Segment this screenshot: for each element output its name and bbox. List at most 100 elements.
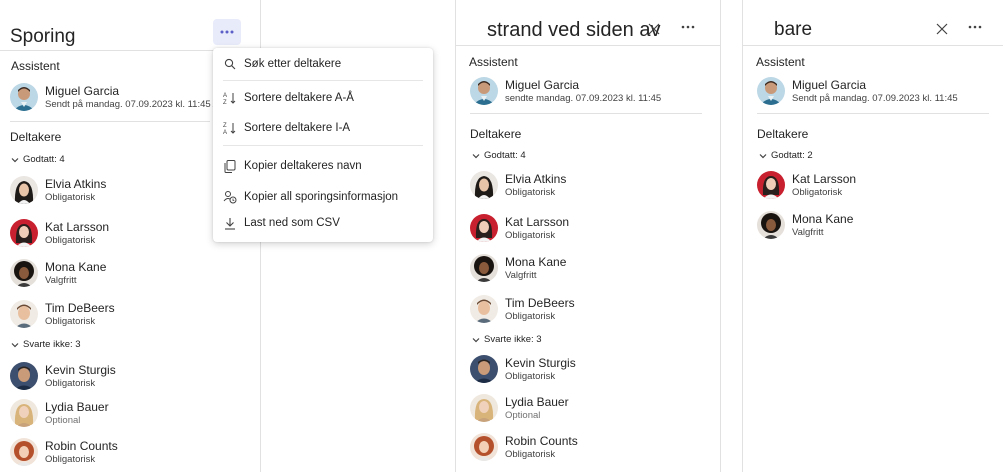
download-icon	[223, 216, 237, 230]
more-options-button[interactable]	[961, 14, 989, 40]
avatar	[470, 77, 498, 105]
participant-row[interactable]: Kat Larsson Obligatorisk	[757, 171, 957, 207]
panel-title: Sporing	[10, 26, 76, 47]
participant-status: Obligatorisk	[792, 187, 843, 198]
participant-name: Robin Counts	[505, 434, 578, 448]
section-divider	[470, 113, 702, 114]
sort-ascending-icon: AZ	[223, 91, 237, 105]
participant-row[interactable]: Lydia Bauer Optional	[470, 394, 670, 430]
participant-name: Robin Counts	[45, 439, 118, 453]
close-icon	[648, 23, 660, 35]
menu-item-copy-tracking-info[interactable]: Kopier all sporingsinformasjon	[213, 184, 433, 210]
chevron-down-icon	[472, 337, 480, 342]
participant-status: Obligatorisk	[45, 192, 96, 203]
panel-title: bare	[774, 19, 813, 40]
avatar	[470, 214, 498, 242]
more-icon	[968, 25, 982, 29]
participant-name: Kat Larsson	[45, 220, 110, 234]
tracking-panel-2: strand ved siden av Assistent Miguel Gar…	[455, 0, 721, 472]
menu-item-search-participants[interactable]: Søk etter deltakere	[213, 51, 433, 77]
svg-text:Z: Z	[223, 100, 227, 105]
participant-row[interactable]: Kevin Sturgis Obligatorisk	[470, 355, 670, 391]
participant-status: Optional	[45, 415, 81, 426]
accepted-group-toggle[interactable]: Godtatt: 4	[11, 154, 65, 165]
chevron-down-icon	[11, 157, 19, 162]
more-icon	[681, 25, 695, 29]
participant-row[interactable]: Kevin Sturgis Obligatorisk	[10, 362, 210, 398]
participant-row[interactable]: Tim DeBeers Obligatorisk	[470, 295, 670, 331]
participant-row[interactable]: Mona Kane Valgfritt	[470, 254, 670, 290]
svg-text:A: A	[223, 93, 227, 99]
panel-title: strand ved siden av	[487, 19, 661, 41]
participant-status: Valgfritt	[792, 227, 824, 238]
participant-name: Lydia Bauer	[45, 400, 109, 414]
participant-status: Obligatorisk	[505, 187, 556, 198]
avatar	[10, 83, 38, 111]
participant-row[interactable]: Kat Larsson Obligatorisk	[470, 214, 670, 250]
assistant-sent-status: Sendt på mandag. 07.09.2023 kl. 11:45	[792, 93, 958, 104]
noreply-group-toggle[interactable]: Svarte ikke: 3	[472, 334, 542, 345]
participant-row[interactable]: Mona Kane Valgfritt	[757, 211, 957, 247]
participant-name: Kevin Sturgis	[45, 363, 116, 377]
svg-text:Z: Z	[223, 123, 227, 129]
participant-row[interactable]: Elvia Atkins Obligatorisk	[470, 171, 670, 207]
accepted-group-toggle[interactable]: Godtatt: 4	[472, 150, 526, 161]
more-options-button[interactable]	[674, 14, 702, 40]
noreply-group-label: Svarte ikke: 3	[484, 334, 542, 345]
more-options-button[interactable]	[213, 19, 241, 45]
close-button[interactable]	[932, 19, 952, 39]
accepted-group-toggle[interactable]: Godtatt: 2	[759, 150, 813, 161]
menu-item-copy-names[interactable]: Kopier deltakeres navn	[213, 153, 433, 179]
accepted-group-label: Godtatt: 2	[771, 150, 813, 161]
participant-status: Obligatorisk	[505, 371, 556, 382]
menu-item-label: Søk etter deltakere	[244, 58, 342, 70]
menu-item-download-csv[interactable]: Last ned som CSV	[213, 210, 433, 236]
avatar	[757, 77, 785, 105]
avatar	[10, 219, 38, 247]
participant-status: Valgfritt	[505, 270, 537, 281]
chevron-down-icon	[11, 342, 19, 347]
menu-item-label: Sortere deltakere I-A	[244, 122, 351, 134]
assistant-name: Miguel Garcia	[505, 78, 580, 92]
participant-status: Obligatorisk	[45, 316, 96, 327]
participant-row[interactable]: Robin Counts Obligatorisk	[10, 438, 210, 472]
avatar	[10, 176, 38, 204]
avatar	[470, 355, 498, 383]
avatar	[10, 438, 38, 466]
assistant-row[interactable]: Miguel Garcia sendte mandag. 07.09.2023 …	[470, 77, 710, 113]
participant-status: Obligatorisk	[45, 235, 96, 246]
menu-item-sort-descending[interactable]: ZA Sortere deltakere I-A	[213, 115, 433, 141]
participant-status: Obligatorisk	[505, 230, 556, 241]
assistant-row[interactable]: Miguel Garcia Sendt på mandag. 07.09.202…	[757, 77, 997, 113]
avatar	[470, 433, 498, 461]
participant-name: Elvia Atkins	[45, 177, 107, 191]
menu-item-label: Last ned som CSV	[244, 217, 340, 229]
chevron-down-icon	[472, 153, 480, 158]
accepted-group-label: Godtatt: 4	[23, 154, 65, 165]
menu-item-sort-ascending[interactable]: AZ Sortere deltakere A-Å	[213, 85, 433, 111]
participant-row[interactable]: Mona Kane Valgfritt	[10, 259, 210, 295]
participant-name: Mona Kane	[792, 212, 854, 226]
menu-item-label: Sortere deltakere A-Å	[244, 92, 354, 104]
participant-row[interactable]: Lydia Bauer Optional	[10, 399, 210, 435]
participant-row[interactable]: Elvia Atkins Obligatorisk	[10, 176, 210, 212]
noreply-group-toggle[interactable]: Svarte ikke: 3	[11, 339, 81, 350]
accepted-group-label: Godtatt: 4	[484, 150, 526, 161]
more-options-menu: Søk etter deltakere AZ Sortere deltakere…	[213, 48, 433, 242]
avatar	[10, 300, 38, 328]
close-button[interactable]	[644, 19, 664, 39]
participant-row[interactable]: Kat Larsson Obligatorisk	[10, 219, 210, 255]
participants-label: Deltakere	[470, 127, 522, 141]
tracking-panel-3: bare Assistent Miguel Garcia Sendt på ma…	[742, 0, 1003, 472]
participant-name: Kat Larsson	[505, 215, 570, 229]
participant-row[interactable]: Tim DeBeers Obligatorisk	[10, 300, 210, 336]
participant-status: Obligatorisk	[505, 311, 556, 322]
participant-name: Mona Kane	[45, 260, 107, 274]
menu-item-label: Kopier all sporingsinformasjon	[244, 191, 399, 203]
participant-row[interactable]: Robin Counts Obligatorisk	[470, 433, 670, 469]
copy-icon	[223, 159, 237, 173]
assistant-label: Assistent	[469, 55, 518, 69]
avatar	[757, 211, 785, 239]
svg-text:A: A	[223, 130, 227, 135]
avatar	[10, 259, 38, 287]
